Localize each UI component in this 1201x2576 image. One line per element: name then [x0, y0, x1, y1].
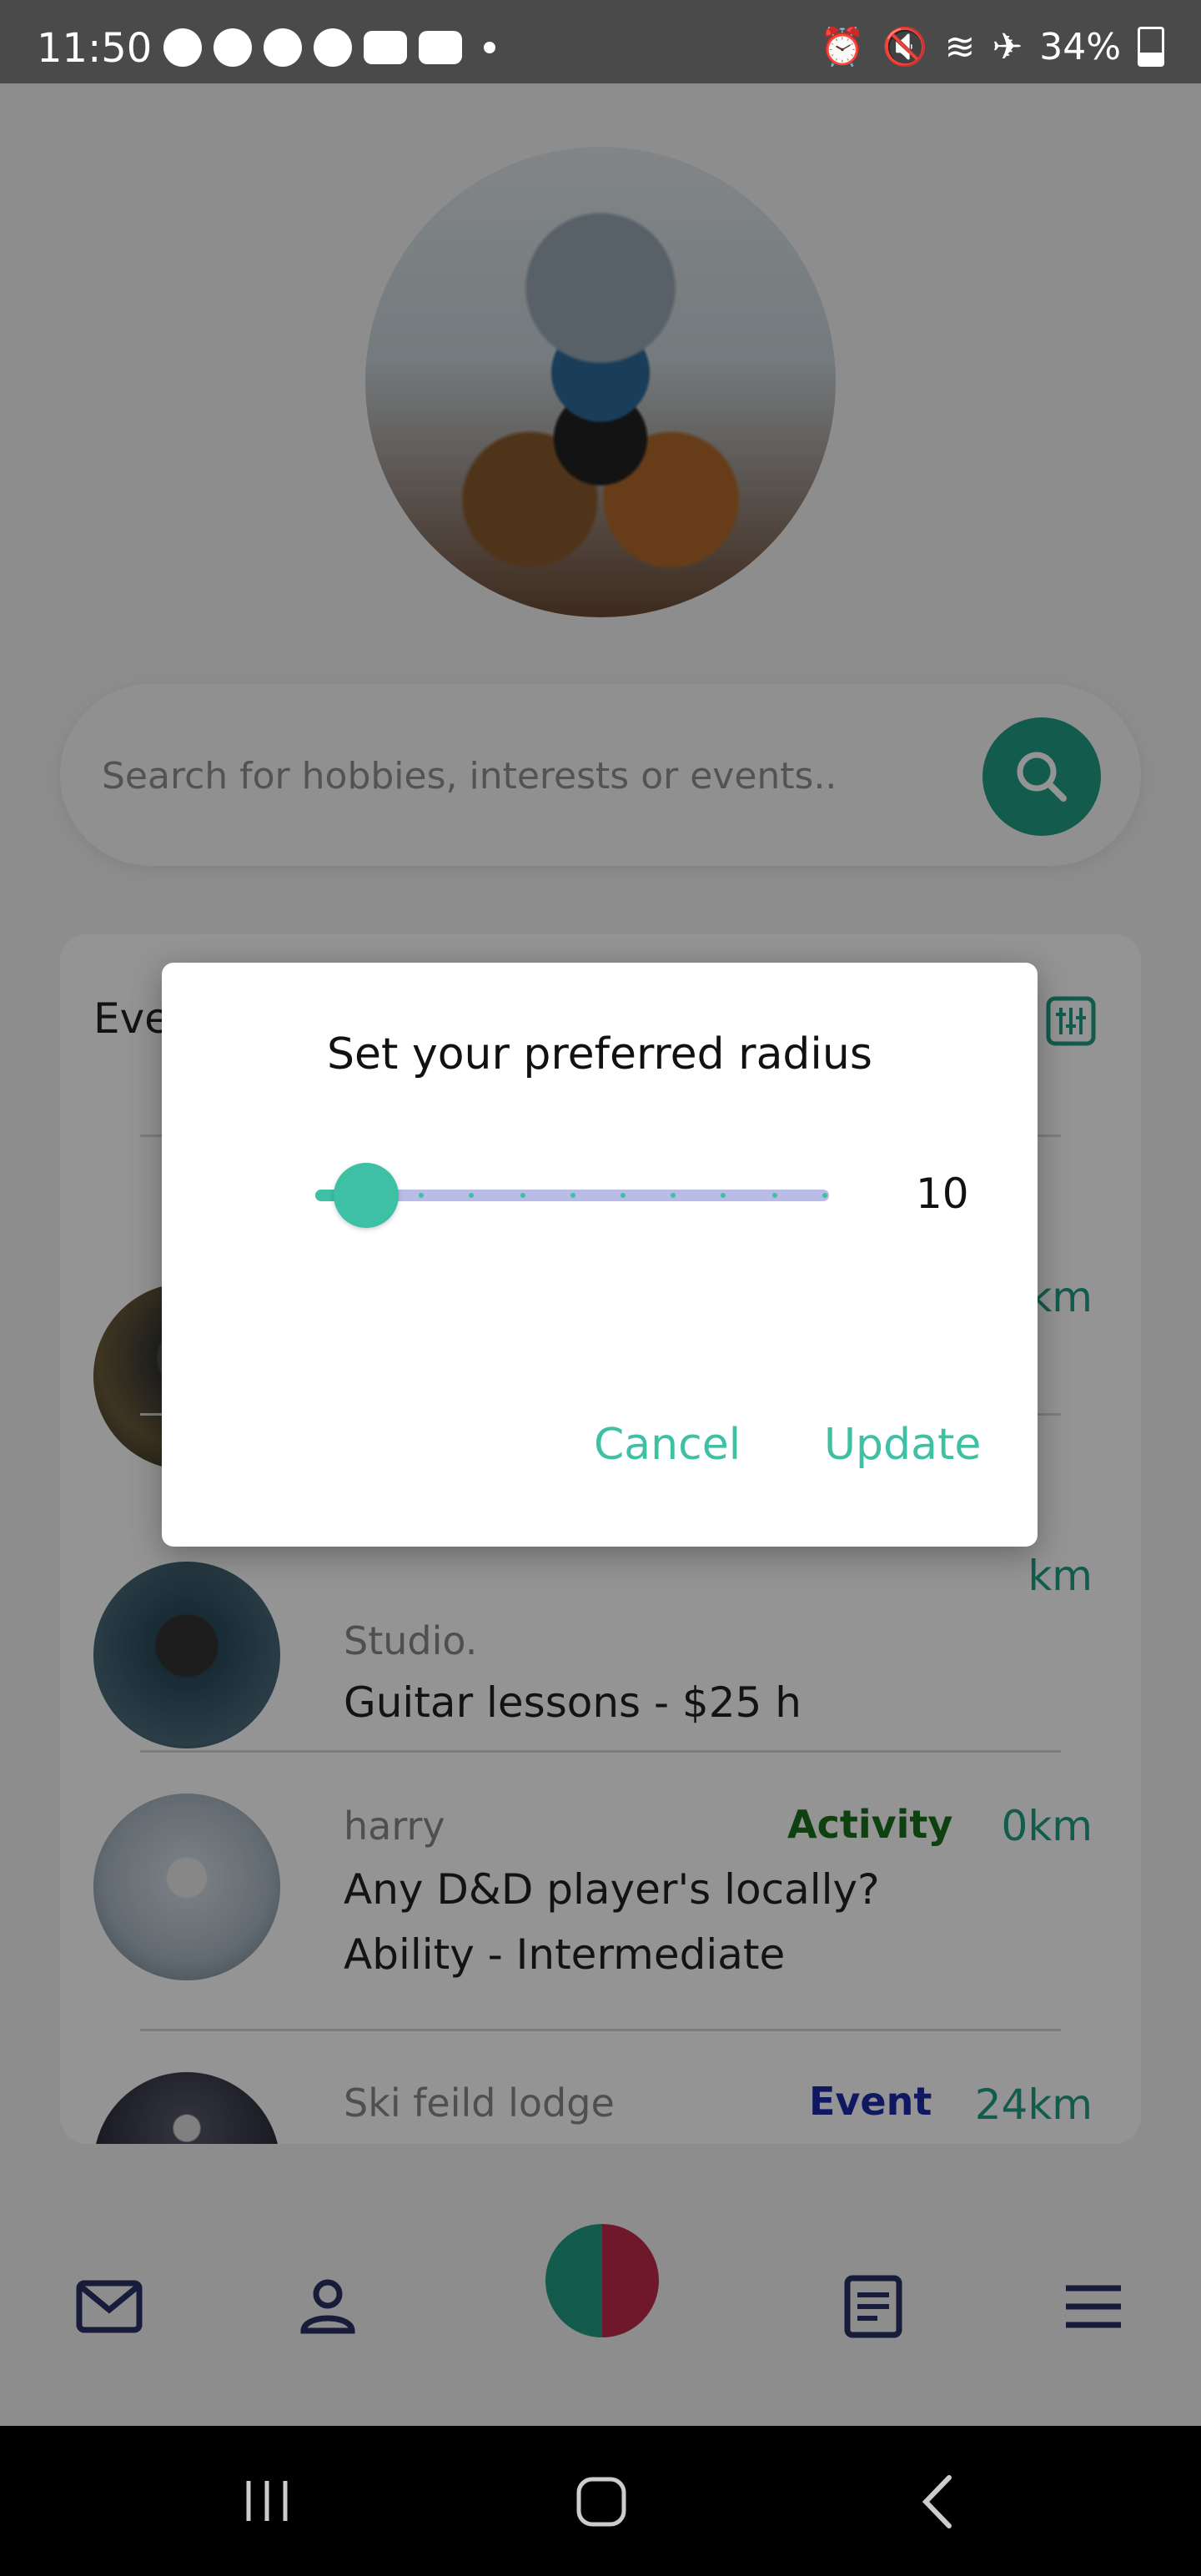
slider-tick [520, 1193, 525, 1198]
slider-tick [671, 1193, 676, 1198]
alarm-icon: ⏰ [819, 26, 866, 68]
battery-percent: 34% [1039, 25, 1121, 68]
home-icon[interactable] [575, 2476, 627, 2528]
dialog-title: Set your preferred radius [327, 1029, 872, 1079]
status-bar: 11:50 ⏰ 🔇 ≋ ✈ 34% [0, 0, 1201, 83]
cancel-button[interactable]: Cancel [594, 1420, 741, 1470]
status-time: 11:50 [37, 25, 153, 72]
slider-tick [570, 1193, 575, 1198]
slider-tick [469, 1193, 474, 1198]
snapchat-icon [163, 28, 202, 67]
airplane-icon: ✈ [992, 25, 1023, 68]
recent-apps-icon[interactable] [242, 2478, 292, 2524]
radius-value: 10 [916, 1170, 969, 1218]
app-screen: 11:50 ⏰ 🔇 ≋ ✈ 34% Search for hobbies, in… [0, 0, 1201, 2426]
slider-tick [419, 1193, 424, 1198]
slider-tick [822, 1193, 827, 1198]
battery-icon [1138, 27, 1164, 67]
more-notifications-dot [484, 42, 495, 53]
radius-dialog: Set your preferred radius 10 Cancel Upda… [162, 963, 1038, 1547]
notification-icons [163, 28, 495, 67]
update-button[interactable]: Update [824, 1420, 981, 1470]
slider-tick [621, 1193, 626, 1198]
status-right: ⏰ 🔇 ≋ ✈ 34% [820, 25, 1164, 68]
radius-slider-thumb[interactable] [334, 1163, 399, 1228]
youtube-icon [419, 31, 462, 64]
messenger-icon [214, 28, 252, 67]
youtube-icon [364, 31, 407, 64]
chrome-icon [264, 28, 302, 67]
back-icon[interactable] [921, 2474, 954, 2529]
system-nav-bar [0, 2426, 1201, 2576]
facebook-icon [314, 28, 352, 67]
slider-tick [772, 1193, 777, 1198]
slider-tick [721, 1193, 726, 1198]
mute-icon: 🔇 [882, 26, 928, 68]
wifi-icon: ≋ [944, 25, 976, 68]
